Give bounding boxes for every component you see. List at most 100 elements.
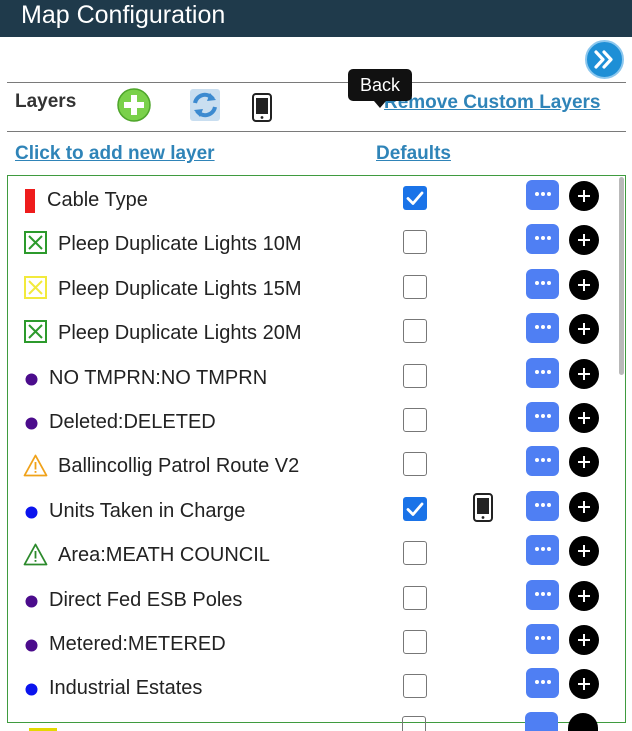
title-bar: Map Configuration <box>0 0 632 37</box>
warning-triangle-icon <box>23 543 48 571</box>
layer-add-button[interactable] <box>569 669 599 700</box>
layer-visibility-checkbox[interactable] <box>403 408 427 432</box>
boxed-x-icon <box>24 320 47 348</box>
layer-visibility-checkbox[interactable] <box>403 674 427 699</box>
layer-visibility-checkbox[interactable] <box>403 230 427 255</box>
layer-row: Pleep Duplicate Lights 15M <box>8 265 625 309</box>
layer-label: Units Taken in Charge <box>49 499 246 522</box>
defaults-link[interactable]: Defaults <box>376 143 451 165</box>
boxed-x-icon <box>24 275 47 304</box>
layer-add-button[interactable] <box>569 269 599 300</box>
layer-label: Ballincollig Patrol Route V2 <box>58 455 300 478</box>
add-layer-button[interactable] <box>117 88 151 127</box>
ellipsis-icon <box>526 269 559 299</box>
layer-more-button[interactable] <box>526 180 559 210</box>
boxed-x-icon <box>24 231 47 259</box>
layer-more-button[interactable] <box>526 490 559 521</box>
dot-icon <box>25 506 38 524</box>
ellipsis-icon <box>526 580 559 610</box>
ellipsis-icon <box>526 535 559 565</box>
layer-add-button[interactable] <box>569 403 599 433</box>
layer-more-button[interactable] <box>526 668 559 699</box>
layer-label: Area:MEATH COUNCIL <box>58 544 270 567</box>
double-chevron-right-icon <box>594 50 613 69</box>
back-tooltip: Back <box>348 69 412 108</box>
layer-add-button[interactable] <box>569 536 599 567</box>
layer-more-button[interactable] <box>526 446 559 477</box>
layer-checkbox-partial[interactable] <box>402 716 426 731</box>
add-new-layer-link[interactable]: Click to add new layer <box>15 143 215 165</box>
layer-list: Cable Type Pleep Duplicate Lights 10M Plee… <box>7 175 626 723</box>
layer-label: Industrial Estates <box>49 677 203 700</box>
ellipsis-icon <box>526 624 559 654</box>
layer-add-button[interactable] <box>569 181 599 211</box>
layer-label: Pleep Duplicate Lights 15M <box>58 277 302 300</box>
layer-visibility-checkbox[interactable] <box>403 319 427 344</box>
red-bar-icon <box>25 189 35 218</box>
checkmark-icon <box>406 502 424 516</box>
layer-more-button[interactable] <box>526 535 559 566</box>
ellipsis-icon <box>526 358 559 388</box>
refresh-button[interactable] <box>189 88 221 127</box>
layer-add-button[interactable] <box>569 625 599 655</box>
layer-add-button[interactable] <box>569 580 599 611</box>
layer-label: Cable Type <box>47 189 148 211</box>
scrollbar-thumb[interactable] <box>619 177 624 375</box>
layer-more-button[interactable] <box>526 579 559 610</box>
ellipsis-icon <box>526 224 559 254</box>
page-title: Map Configuration <box>21 1 226 29</box>
layer-label: Deleted:DELETED <box>49 411 216 433</box>
layer-add-button[interactable] <box>569 225 599 256</box>
layer-add-button[interactable] <box>569 358 599 389</box>
scrollbar[interactable] <box>618 177 626 721</box>
layer-add-button[interactable] <box>569 314 599 345</box>
warning-triangle-icon <box>23 454 48 482</box>
layer-add-button[interactable] <box>569 447 599 478</box>
layer-visibility-checkbox[interactable] <box>403 452 427 477</box>
layer-row: Metered:METERED <box>8 620 625 664</box>
divider <box>7 82 626 83</box>
layer-visibility-checkbox[interactable] <box>403 186 427 210</box>
dot-icon <box>25 373 38 391</box>
layer-visibility-checkbox[interactable] <box>403 496 427 521</box>
forward-button[interactable] <box>585 40 624 79</box>
layer-more-button[interactable] <box>526 313 559 344</box>
refresh-icon <box>190 89 220 121</box>
mobile-phone-icon <box>252 93 272 122</box>
remove-custom-layers-link[interactable]: Remove Custom Layers <box>384 92 600 114</box>
layer-add-button[interactable] <box>569 491 599 522</box>
dot-icon <box>25 595 38 613</box>
layer-visibility-checkbox[interactable] <box>403 585 427 610</box>
layer-row: Units Taken in Charge <box>8 487 625 531</box>
layer-visibility-checkbox[interactable] <box>403 630 427 654</box>
dot-icon <box>25 683 38 701</box>
dot-icon <box>25 639 38 657</box>
layers-label: Layers <box>15 91 77 112</box>
divider <box>7 131 626 132</box>
mobile-phone-icon[interactable] <box>473 492 493 527</box>
layer-visibility-checkbox[interactable] <box>403 363 427 388</box>
layer-more-button[interactable] <box>526 357 559 388</box>
dot-icon <box>25 417 38 435</box>
layer-label: Direct Fed ESB Poles <box>49 588 243 611</box>
layer-more-button[interactable] <box>526 224 559 255</box>
layer-row: Pleep Duplicate Lights 20M <box>8 309 625 353</box>
layer-row: Deleted:DELETED <box>8 398 625 442</box>
layer-row: Area:MEATH COUNCIL <box>8 531 625 575</box>
mobile-button[interactable] <box>252 93 272 127</box>
layer-label: NO TMPRN:NO TMPRN <box>49 366 268 389</box>
ellipsis-icon <box>526 313 559 343</box>
layer-label: Pleep Duplicate Lights 20M <box>58 322 302 345</box>
layer-more-button[interactable] <box>526 268 559 299</box>
layer-row: Cable Type <box>8 176 625 220</box>
ellipsis-icon <box>526 180 559 210</box>
layer-more-button[interactable] <box>526 624 559 654</box>
layer-row: NO TMPRN:NO TMPRN <box>8 354 625 398</box>
layer-visibility-checkbox[interactable] <box>403 274 427 299</box>
layer-visibility-checkbox[interactable] <box>403 541 427 566</box>
layer-more-button[interactable] <box>526 402 559 432</box>
layer-label: Pleep Duplicate Lights 10M <box>58 233 302 256</box>
ellipsis-icon <box>526 668 559 698</box>
more-button-partial[interactable] <box>525 712 558 731</box>
ellipsis-icon <box>526 491 559 521</box>
